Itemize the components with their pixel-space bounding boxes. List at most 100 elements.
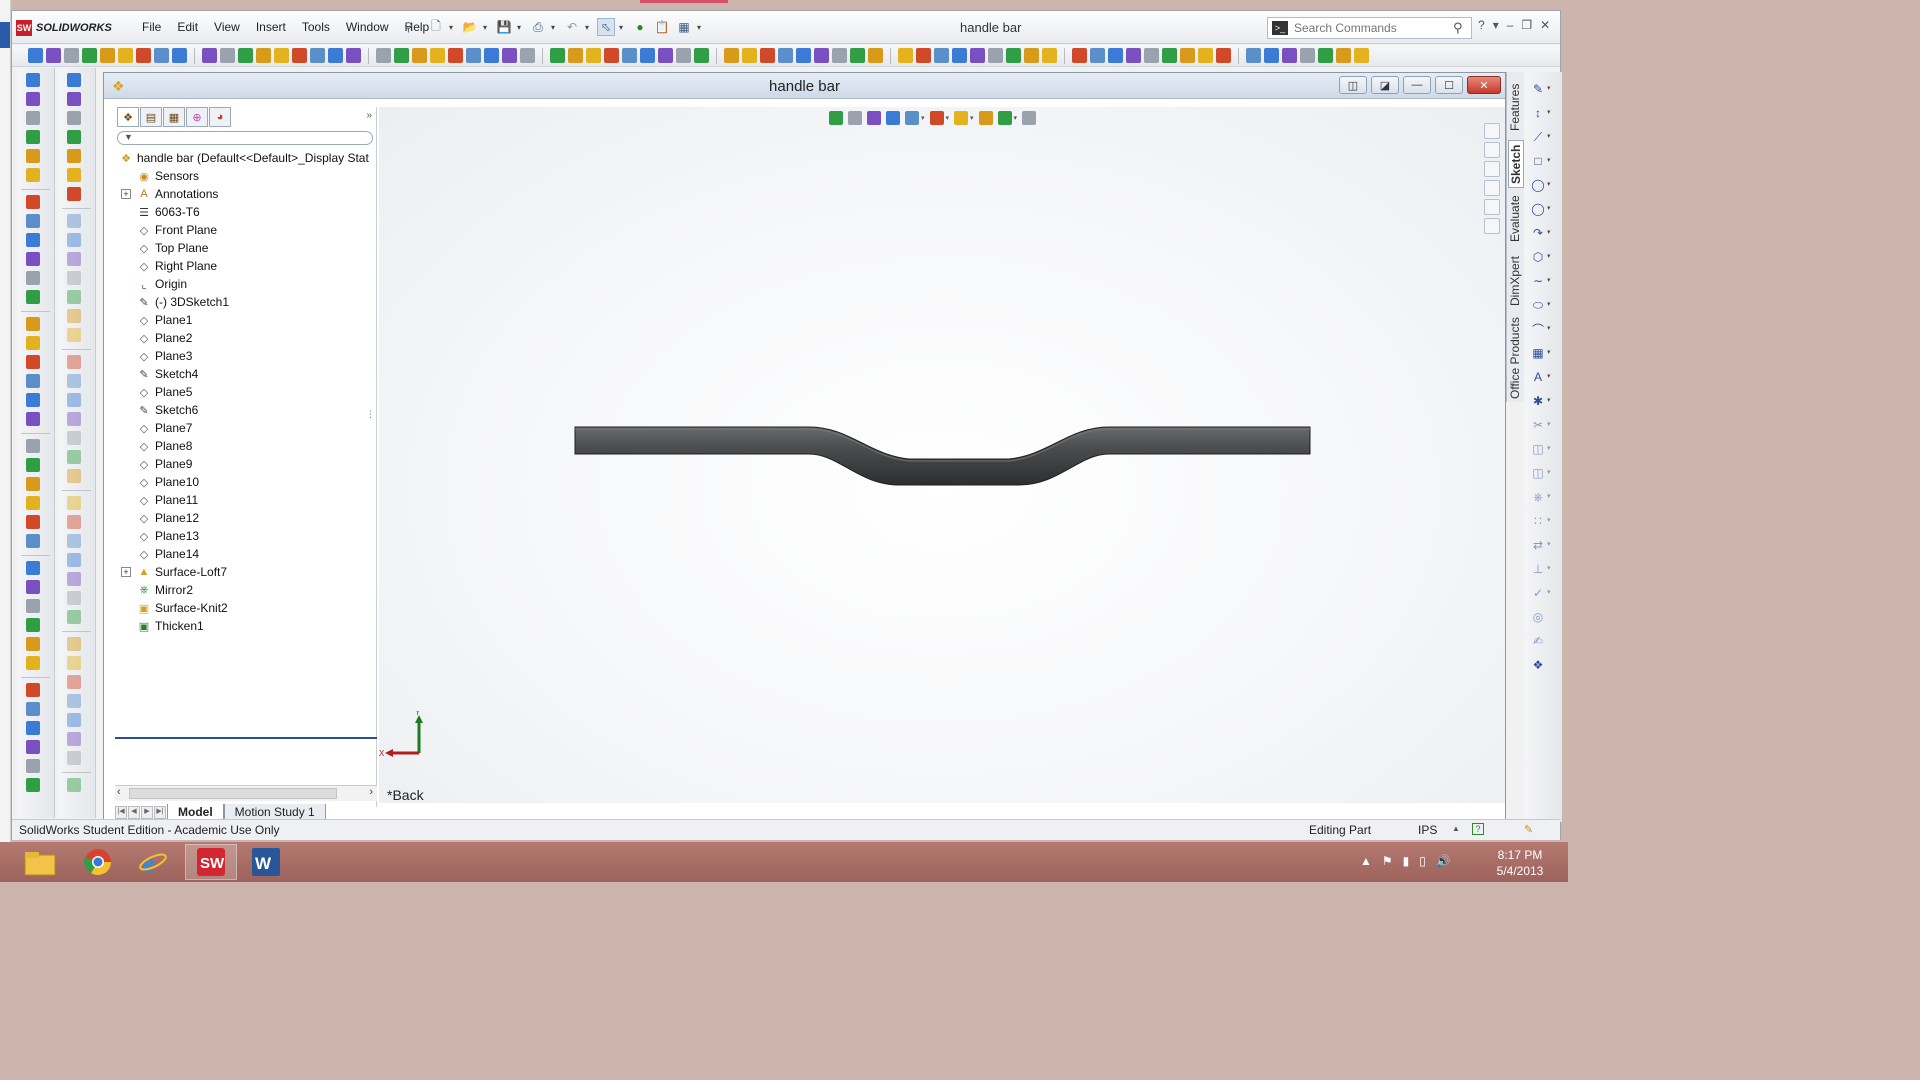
toolbar-tool-icon[interactable] (67, 515, 81, 529)
toolbar-tool-icon[interactable] (26, 233, 40, 247)
rapid-sketch-icon[interactable]: ✍ (1531, 634, 1545, 648)
configuration-manager-tab-icon[interactable]: ▦ (163, 107, 185, 127)
toolbar-tool-icon[interactable] (67, 572, 81, 586)
toolbar-tool-icon[interactable] (26, 92, 40, 106)
toolbar-tool-icon[interactable] (448, 48, 463, 63)
search-commands-box[interactable]: >_ ⚲ (1267, 17, 1472, 39)
arc-icon[interactable]: ↷ ▾ (1531, 226, 1551, 240)
chevron-down-icon[interactable]: ▾ (1547, 252, 1551, 260)
toolbar-tool-icon[interactable] (1216, 48, 1231, 63)
graphics-area[interactable]: ▾ ▾ ▾ ▾ Y X *Back (379, 107, 1505, 803)
taskbar-solidworks[interactable]: SW (185, 844, 237, 880)
toolbar-tool-icon[interactable] (1300, 48, 1315, 63)
toolbar-tool-icon[interactable] (26, 374, 40, 388)
toolbar-tool-icon[interactable] (67, 149, 81, 163)
toolbar-tool-icon[interactable] (26, 759, 40, 773)
tree-item[interactable]: ▣ Surface-Knit2 (115, 599, 377, 617)
toolbar-tool-icon[interactable] (26, 290, 40, 304)
toolbar-tool-icon[interactable] (67, 168, 81, 182)
tree-item[interactable]: ◇ Plane2 (115, 329, 377, 347)
toolbar-tool-icon[interactable] (412, 48, 427, 63)
toolbar-tool-icon[interactable] (26, 393, 40, 407)
toolbar-tool-icon[interactable] (1024, 48, 1039, 63)
toolbar-tool-icon[interactable] (67, 469, 81, 483)
toolbar-tool-icon[interactable] (26, 580, 40, 594)
tag-icon[interactable]: ✎ (1524, 823, 1533, 836)
chevron-down-icon[interactable]: ▾ (1547, 276, 1551, 284)
toolbar-tool-icon[interactable] (778, 48, 793, 63)
chevron-down-icon[interactable]: ▾ (1547, 204, 1551, 212)
chevron-down-icon[interactable]: ▾ (1547, 540, 1551, 548)
tree-item[interactable]: ◇ Top Plane (115, 239, 377, 257)
last-tab-icon[interactable]: ▶| (154, 805, 166, 819)
toolbar-tool-icon[interactable] (26, 252, 40, 266)
toolbar-tool-icon[interactable] (67, 778, 81, 792)
toolbar-tool-icon[interactable] (796, 48, 811, 63)
options-icon[interactable]: ▦ (675, 18, 693, 36)
toolbar-tool-icon[interactable] (82, 48, 97, 63)
convert-entities-icon[interactable]: ◫ ▾ (1531, 442, 1550, 456)
toolbar-tool-icon[interactable] (26, 149, 40, 163)
toolbar-tool-icon[interactable] (640, 48, 655, 63)
toolbar-tool-icon[interactable] (26, 412, 40, 426)
chevron-down-icon[interactable]: ▾ (697, 23, 705, 32)
toolbar-tool-icon[interactable] (1072, 48, 1087, 63)
toolbar-tool-icon[interactable] (26, 458, 40, 472)
line-icon[interactable]: ⟋ ▾ (1531, 130, 1551, 144)
toolbar-tool-icon[interactable] (26, 740, 40, 754)
search-icon[interactable]: ⚲ (1453, 20, 1471, 36)
tree-item[interactable]: ◇ Plane14 (115, 545, 377, 563)
toolbar-tool-icon[interactable] (850, 48, 865, 63)
toolbar-tool-icon[interactable] (26, 683, 40, 697)
rebuild-icon[interactable]: ● (631, 18, 649, 36)
toolbar-tool-icon[interactable] (67, 271, 81, 285)
mirror-icon[interactable]: ⎈ ▾ (1531, 490, 1550, 504)
toolbar-tool-icon[interactable] (1336, 48, 1351, 63)
solidworks-logo[interactable]: SW SOLIDWORKS (16, 17, 122, 39)
circle-icon[interactable]: ◯ ▾ (1531, 202, 1550, 216)
chevron-down-icon[interactable]: ▾ (1547, 444, 1551, 452)
tree-item[interactable]: ✎ (-) 3DSketch1 (115, 293, 377, 311)
tab-office-products[interactable]: Office Products (1508, 314, 1524, 402)
toolbar-tool-icon[interactable] (67, 328, 81, 342)
toolbar-tool-icon[interactable] (26, 111, 40, 125)
chevron-down-icon[interactable]: ▾ (1547, 228, 1551, 236)
toolbar-tool-icon[interactable] (26, 561, 40, 575)
toolbar-tool-icon[interactable] (100, 48, 115, 63)
unit-system[interactable]: IPS (1418, 823, 1437, 837)
tab-features[interactable]: Features (1508, 76, 1524, 138)
tile-left-icon[interactable]: ◫ (1339, 76, 1367, 94)
toolbar-tool-icon[interactable] (67, 374, 81, 388)
tree-item[interactable]: ⌞ Origin (115, 275, 377, 293)
toolbar-tool-icon[interactable] (67, 450, 81, 464)
toolbar-tool-icon[interactable] (26, 168, 40, 182)
spline-icon[interactable]: ∼ ▾ (1531, 274, 1551, 288)
polygon-icon[interactable]: ⬡ ▾ (1531, 250, 1551, 264)
system-clock[interactable]: 8:17 PM 5/4/2013 (1480, 847, 1560, 879)
design-library-icon[interactable] (1484, 142, 1500, 158)
close-icon[interactable]: ✕ (1540, 18, 1550, 32)
toolbar-tool-icon[interactable] (26, 656, 40, 670)
tree-item[interactable]: ☰ 6063-T6 (115, 203, 377, 221)
tree-item[interactable]: ✎ Sketch4 (115, 365, 377, 383)
toolbar-tool-icon[interactable] (742, 48, 757, 63)
toolbar-tool-icon[interactable] (676, 48, 691, 63)
repair-sketch-icon[interactable]: ✓ ▾ (1531, 586, 1551, 600)
toolbar-tool-icon[interactable] (67, 355, 81, 369)
toolbar-tool-icon[interactable] (26, 721, 40, 735)
open-folder-icon[interactable]: 📂 (461, 18, 479, 36)
menu-window[interactable]: Window (338, 20, 397, 34)
offset-icon[interactable]: ◫ ▾ (1531, 466, 1550, 480)
select-arrow-icon[interactable]: ⬁ (597, 18, 615, 36)
toolbar-tool-icon[interactable] (67, 290, 81, 304)
display-relations-icon[interactable]: ⊥ ▾ (1531, 562, 1551, 576)
taskbar-file-explorer[interactable] (14, 844, 66, 880)
chevron-down-icon[interactable]: ▾ (1547, 372, 1551, 380)
appearances-icon[interactable] (1484, 199, 1500, 215)
help-icon[interactable]: ? (1478, 18, 1485, 32)
toolbar-tool-icon[interactable] (466, 48, 481, 63)
toolbar-tool-icon[interactable] (67, 130, 81, 144)
toolbar-tool-icon[interactable] (916, 48, 931, 63)
toolbar-tool-icon[interactable] (118, 48, 133, 63)
minimize-icon[interactable]: – (1507, 18, 1514, 32)
